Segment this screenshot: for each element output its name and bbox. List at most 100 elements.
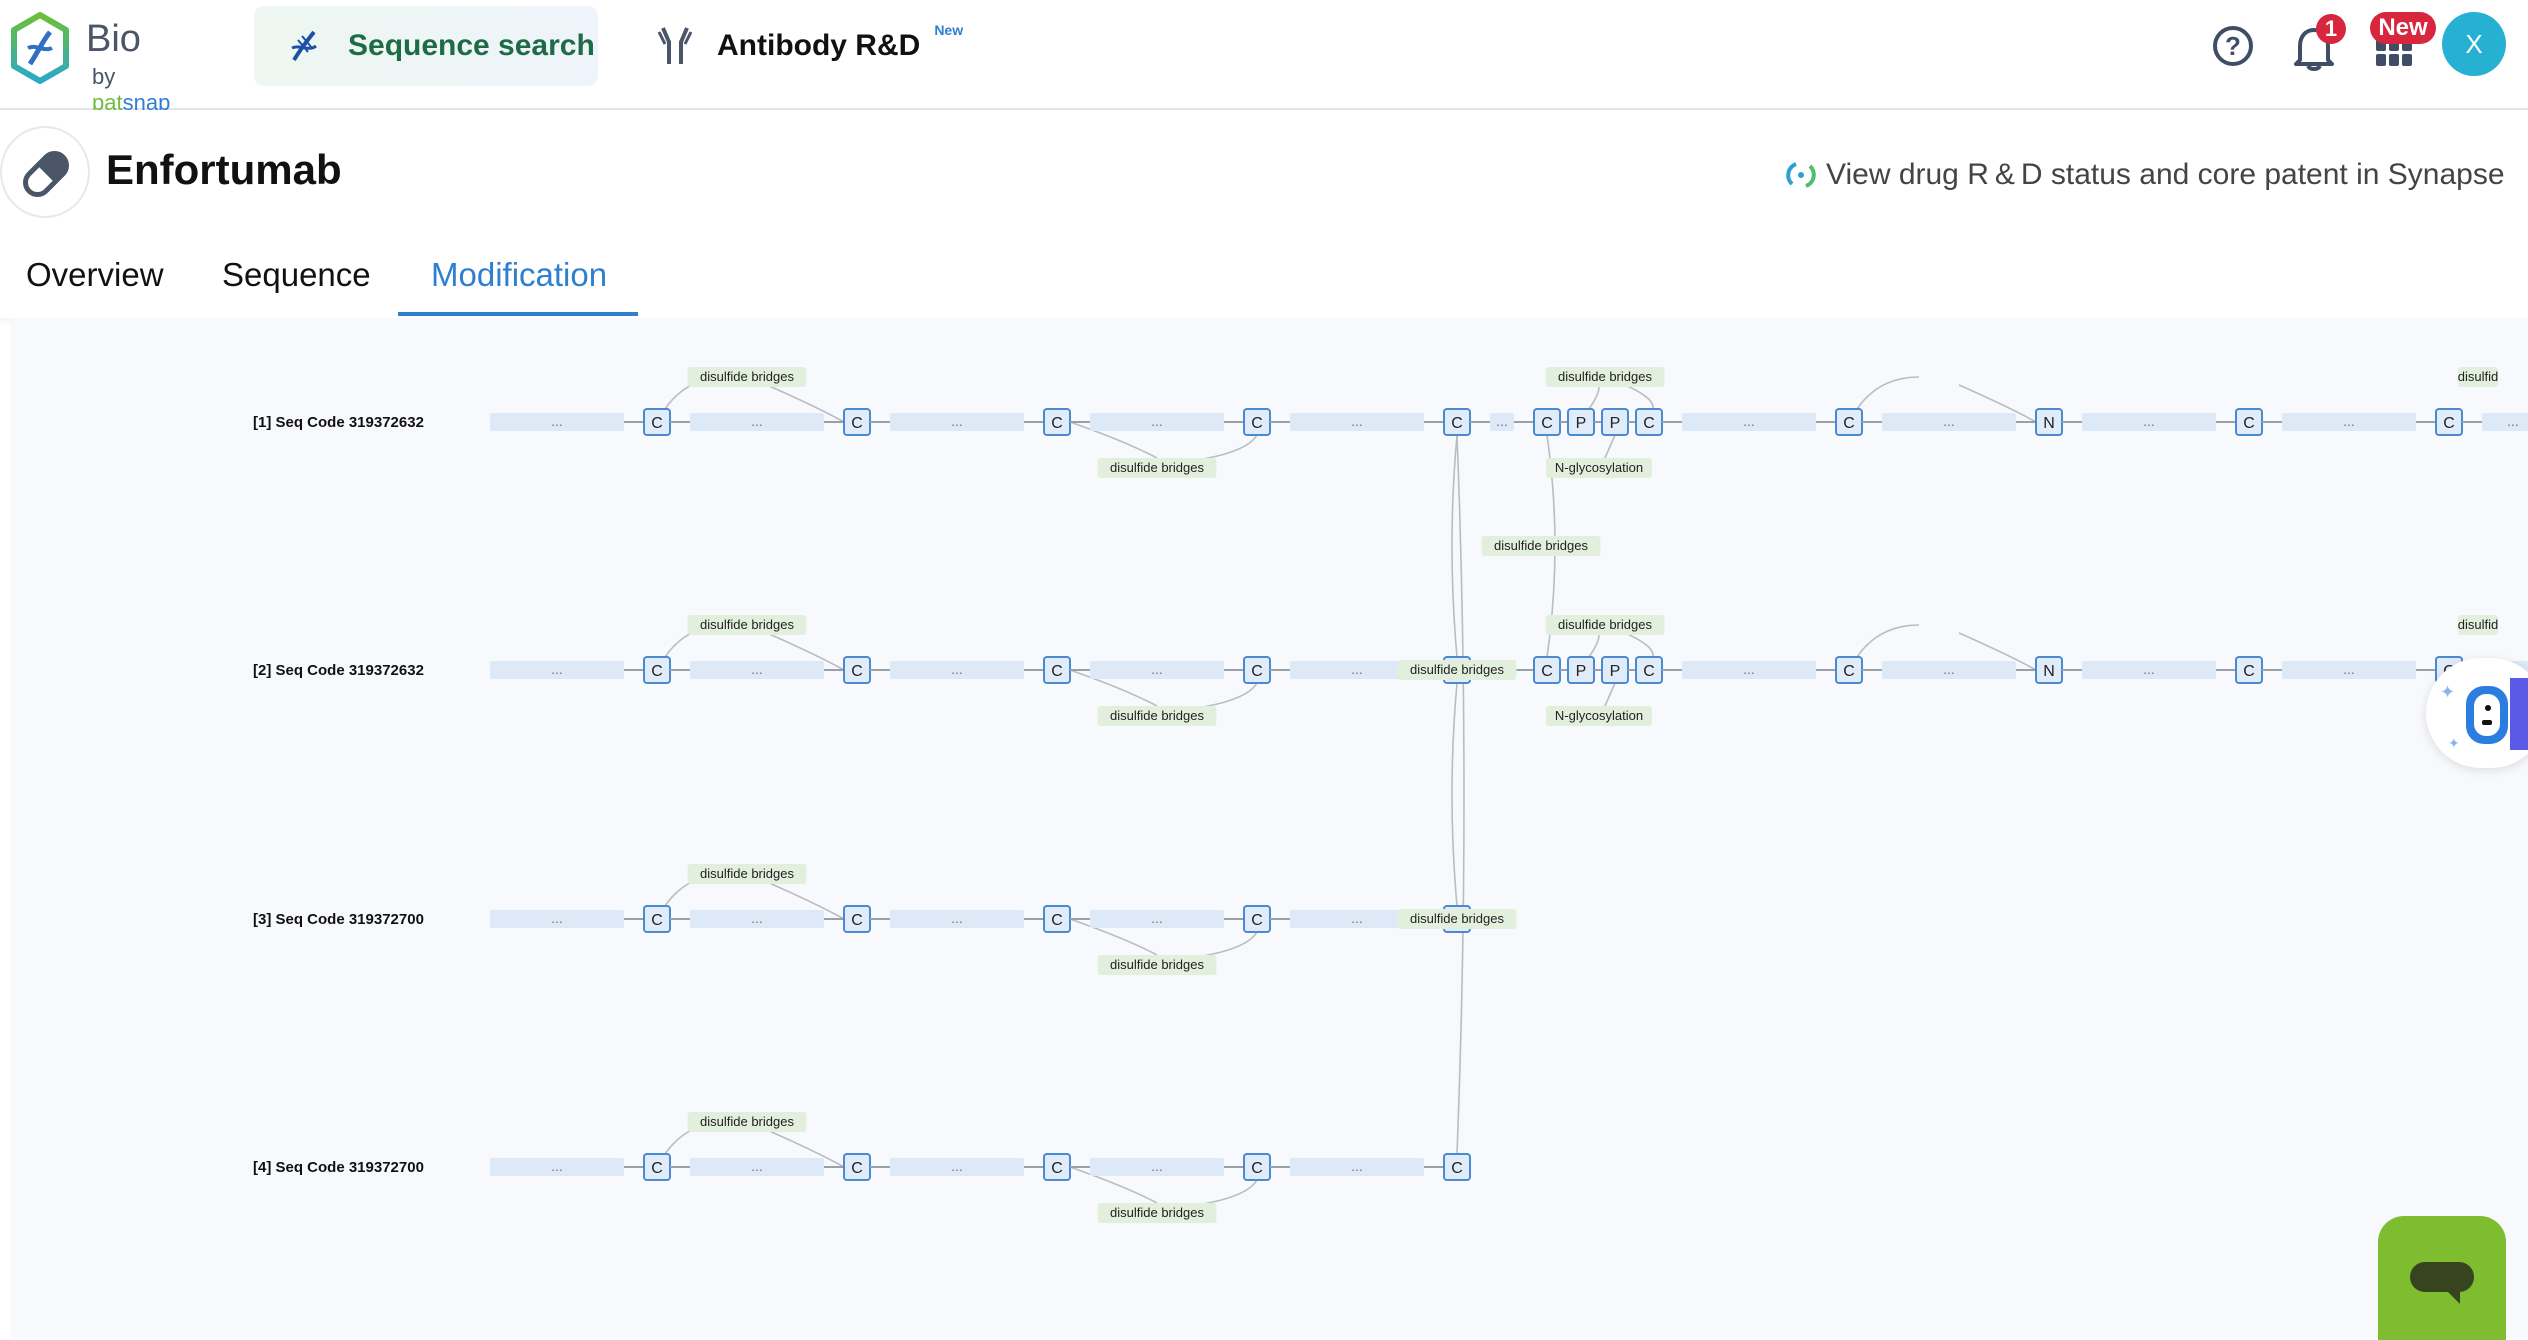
residue-label: C	[651, 1160, 663, 1177]
modification-tag: disulfide bridges	[1397, 660, 1517, 680]
bridge-curve	[1196, 434, 1258, 461]
drug-title: Enfortumab	[106, 146, 342, 193]
drug-icon-circle	[0, 126, 90, 218]
sequence-row: [1] Seq Code 319372632... C... C... C... C..…	[253, 408, 2528, 436]
modification-diagram-canvas[interactable]: [1] Seq Code 319372632... C... C... C... C..…	[10, 318, 2528, 1338]
residue-label: P	[1610, 663, 1621, 680]
modification-tag: disulfide bridges	[1097, 458, 1217, 478]
tag-label: disulfide bridges	[1410, 911, 1504, 926]
segment-ellipsis: ...	[951, 1158, 963, 1174]
nav-sequence-search[interactable]: Sequence search	[254, 6, 598, 86]
bridge-curves-layer	[664, 376, 2037, 1206]
modification-tag: disulfide bridges	[687, 367, 807, 387]
assistant-robot-icon: ✦ ✦ LS	[2440, 678, 2528, 752]
residue-label: C	[1541, 663, 1553, 680]
tag-label: disulfide bridges	[1410, 662, 1504, 677]
segment-ellipsis: ...	[1151, 413, 1163, 429]
residue-label: C	[1843, 415, 1855, 432]
sequence-label: [3] Seq Code 319372700	[253, 911, 424, 928]
user-avatar[interactable]: X	[2442, 12, 2506, 76]
residue-label: C	[851, 1160, 863, 1177]
bridge-curve	[1604, 434, 1616, 459]
residue-label: C	[1251, 663, 1263, 680]
ai-assistant-button[interactable]: ✦ ✦ LS	[2426, 658, 2528, 768]
modification-tag: disulfide bridges	[1097, 706, 1217, 726]
segment-ellipsis: ...	[2143, 661, 2155, 677]
tag-label: disulfide bridges	[700, 617, 794, 632]
tab-overview[interactable]: Overview	[26, 256, 164, 294]
sequence-label: [4] Seq Code 319372700	[253, 1159, 424, 1176]
segment-ellipsis: ...	[1351, 1158, 1363, 1174]
notification-count-badge: 1	[2316, 14, 2346, 44]
segment-ellipsis: ...	[2143, 413, 2155, 429]
help-icon[interactable]: ?	[2213, 26, 2253, 66]
dna-icon	[291, 30, 317, 62]
tag-label: disulfide bridges	[1558, 369, 1652, 384]
sequence-label: [1] Seq Code 319372632	[253, 414, 424, 431]
new-feature-badge: New	[934, 22, 964, 38]
residue-label: P	[1576, 415, 1587, 432]
modification-tag: disulfide bridges	[1097, 955, 1217, 975]
apps-new-badge: New	[2370, 12, 2436, 44]
synapse-link-text: View drug R & D status and core patent i…	[1826, 158, 2505, 191]
segment-ellipsis: ...	[1151, 910, 1163, 926]
bridge-curve	[1856, 376, 1920, 410]
residue-label: N	[2043, 415, 2055, 432]
residue-label: C	[1051, 1160, 1063, 1177]
modification-tag: disulfide bridges	[687, 864, 807, 884]
tag-label: N-glycosylation	[1555, 708, 1643, 723]
segment-ellipsis: ...	[751, 910, 763, 926]
chat-support-button[interactable]	[2378, 1216, 2506, 1340]
nav-antibody-rd[interactable]: Antibody R&D New	[655, 6, 963, 86]
tag-label: disulfide bridges	[1110, 957, 1204, 972]
segment-ellipsis: ...	[2507, 413, 2519, 429]
segment-ellipsis: ...	[551, 413, 563, 429]
segment-ellipsis: ...	[1943, 661, 1955, 677]
residue-label: C	[1251, 415, 1263, 432]
residue-label: C	[851, 415, 863, 432]
tag-label: disulfide bridges	[1558, 617, 1652, 632]
segment-ellipsis: ...	[1151, 661, 1163, 677]
segment-ellipsis: ...	[1943, 413, 1955, 429]
tab-sequence[interactable]: Sequence	[222, 256, 371, 294]
logo-by: by	[92, 64, 116, 89]
residue-label: C	[1451, 1160, 1463, 1177]
bridge-curve	[1451, 682, 1458, 907]
drug-header: Enfortumab View drug R & D status and co…	[0, 110, 2528, 318]
modification-tag: N-glycosylation	[1546, 458, 1652, 478]
segment-ellipsis: ...	[1351, 910, 1363, 926]
residue-label: C	[651, 415, 663, 432]
modification-tags-layer: disulfide bridges disulfide bridges disulf…	[687, 367, 2498, 1223]
modification-tag: disulfid	[2458, 367, 2498, 387]
segment-ellipsis: ...	[2343, 413, 2355, 429]
residue-label: C	[1051, 663, 1063, 680]
segment-ellipsis: ...	[751, 1158, 763, 1174]
tab-modification[interactable]: Modification	[431, 256, 607, 294]
modification-diagram: [1] Seq Code 319372632... C... C... C... C..…	[253, 367, 2528, 1223]
bridge-curve	[1456, 434, 1465, 1155]
segment-ellipsis: ...	[1743, 413, 1755, 429]
antibody-icon	[657, 27, 693, 64]
segment-ellipsis: ...	[551, 910, 563, 926]
residue-label: C	[1251, 1160, 1263, 1177]
bio-patsnap-logo[interactable]: Bio by patsnap	[8, 12, 198, 115]
tag-label: disulfide bridges	[1110, 708, 1204, 723]
synapse-link[interactable]: View drug R & D status and core patent i…	[1784, 158, 2505, 192]
residue-label: C	[1843, 663, 1855, 680]
svg-text:✦: ✦	[2440, 682, 2455, 703]
modification-tag: disulfide bridges	[1397, 909, 1517, 929]
modification-tag: disulfide bridges	[1545, 367, 1665, 387]
residue-label: C	[1051, 415, 1063, 432]
tag-label: disulfide bridges	[700, 866, 794, 881]
nav-sequence-search-label: Sequence search	[348, 29, 595, 62]
tag-label: disulfide bridges	[1110, 460, 1204, 475]
tag-label: disulfid	[2458, 617, 2498, 632]
segment-ellipsis: ...	[751, 413, 763, 429]
residue-label: N	[2043, 663, 2055, 680]
residue-label: C	[1451, 415, 1463, 432]
bridge-curve	[1196, 1179, 1258, 1206]
segment-ellipsis: ...	[2343, 661, 2355, 677]
logo-text-by-patsnap: by patsnap	[92, 64, 198, 116]
tag-label: disulfide bridges	[1110, 1205, 1204, 1220]
segment-ellipsis: ...	[1351, 661, 1363, 677]
